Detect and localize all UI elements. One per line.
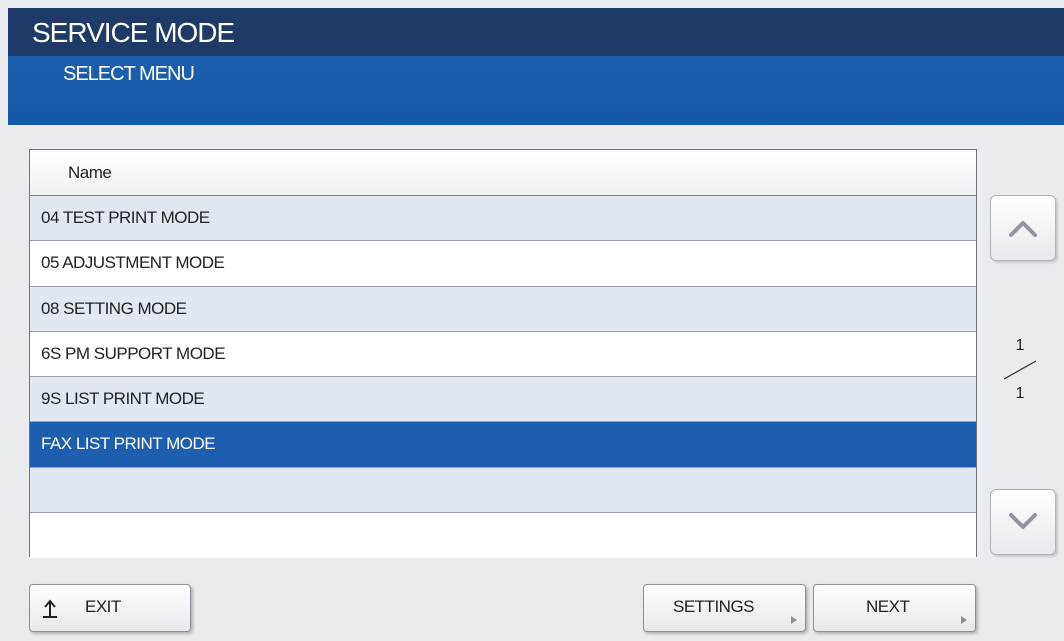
exit-label: EXIT [85, 597, 121, 616]
settings-label: SETTINGS [673, 597, 755, 616]
corner-arrow-icon [791, 616, 797, 624]
settings-button[interactable]: SETTINGS [643, 584, 806, 632]
scroll-up-button[interactable] [990, 195, 1056, 261]
menu-row[interactable]: 08 SETTING MODE [30, 286, 976, 332]
menu-row[interactable] [30, 512, 976, 558]
scroll-down-button[interactable] [990, 489, 1056, 555]
menu-row[interactable]: 04 TEST PRINT MODE [30, 196, 976, 242]
menu-list: 04 TEST PRINT MODE 05 ADJUSTMENT MODE 08… [30, 196, 976, 558]
page-title: SERVICE MODE [32, 17, 235, 48]
next-label: NEXT [866, 597, 910, 616]
column-header-name: Name [30, 150, 976, 196]
header-subtitle-bar: SELECT MENU [8, 56, 1064, 125]
exit-button[interactable]: EXIT [29, 584, 191, 632]
page-divider [1003, 360, 1037, 380]
menu-row[interactable]: 9S LIST PRINT MODE [30, 377, 976, 423]
page-subtitle: SELECT MENU [63, 63, 195, 85]
chevron-up-icon [1009, 221, 1037, 237]
chevron-down-icon [1009, 513, 1037, 529]
return-arrow-icon [43, 599, 57, 618]
menu-row[interactable]: 6S PM SUPPORT MODE [30, 331, 976, 377]
page-current: 1 [1015, 337, 1025, 354]
menu-row-selected[interactable]: FAX LIST PRINT MODE [30, 422, 976, 468]
menu-table: Name 04 TEST PRINT MODE 05 ADJUSTMENT MO… [29, 149, 977, 558]
header-bar: SERVICE MODE SELECT MENU [8, 8, 1064, 125]
page-total: 1 [1015, 385, 1025, 402]
menu-row[interactable]: 05 ADJUSTMENT MODE [30, 241, 976, 287]
menu-row[interactable] [30, 467, 976, 513]
corner-arrow-icon [961, 616, 967, 624]
page-indicator: 1 1 [1000, 335, 1040, 405]
next-button[interactable]: NEXT [813, 584, 976, 632]
header-title-bar: SERVICE MODE [8, 8, 1064, 56]
